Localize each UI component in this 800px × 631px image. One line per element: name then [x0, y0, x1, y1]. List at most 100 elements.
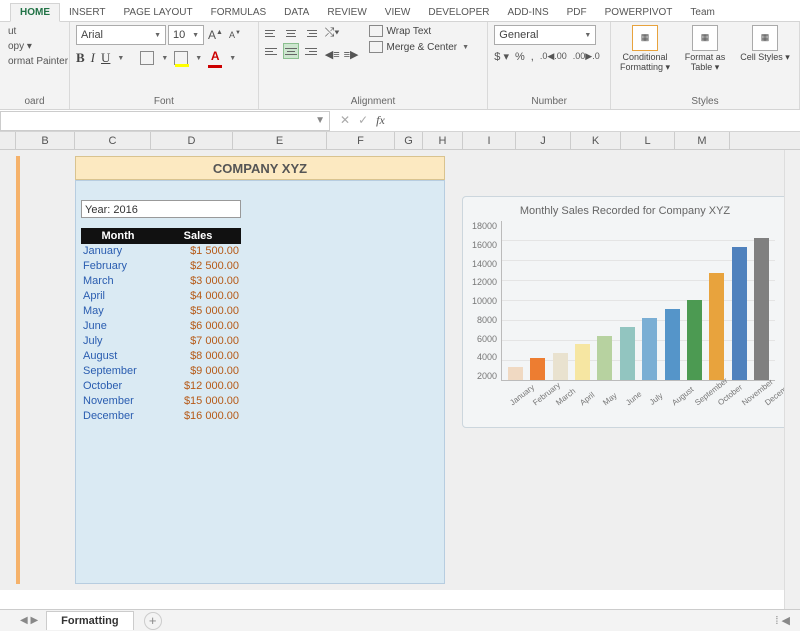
table-row[interactable]: April$4 000.00	[81, 289, 241, 304]
chart-bar[interactable]	[754, 238, 769, 380]
tab-home[interactable]: HOME	[10, 3, 60, 22]
wrap-text-button[interactable]: Wrap Text	[369, 25, 470, 37]
chart-bar[interactable]	[575, 344, 590, 380]
copy-button[interactable]: opy ▾	[6, 40, 70, 53]
cell-styles-button[interactable]: ▦ Cell Styles ▾	[737, 25, 793, 73]
chart-bar[interactable]	[597, 336, 612, 380]
chart-bar[interactable]	[530, 358, 545, 380]
column-headers[interactable]: BCDEFGHIJKLM	[0, 132, 800, 150]
table-row[interactable]: March$3 000.00	[81, 274, 241, 289]
column-header-J[interactable]: J	[516, 132, 571, 149]
merge-center-button[interactable]: Merge & Center ▼	[369, 41, 470, 53]
tab-page-layout[interactable]: PAGE LAYOUT	[115, 4, 202, 21]
column-header-H[interactable]: H	[423, 132, 463, 149]
tab-team[interactable]: Team	[681, 4, 723, 21]
tab-nav-icon[interactable]: ◀ ▶	[20, 615, 38, 626]
conditional-formatting-button[interactable]: ▦ Conditional Formatting ▾	[617, 25, 673, 73]
chart-bar[interactable]	[687, 300, 702, 380]
column-header-E[interactable]: E	[233, 132, 327, 149]
table-row[interactable]: September$9 000.00	[81, 364, 241, 379]
tab-view[interactable]: VIEW	[376, 4, 420, 21]
table-row[interactable]: October$12 000.00	[81, 379, 241, 394]
tab-data[interactable]: DATA	[275, 4, 318, 21]
name-box[interactable]: ▼	[0, 111, 330, 131]
ribbon-tabs: HOMEINSERTPAGE LAYOUTFORMULASDATAREVIEWV…	[0, 0, 800, 22]
font-name-select[interactable]: Arial▼	[76, 25, 166, 45]
grow-font-button[interactable]: A▲	[206, 28, 225, 42]
font-group-label: Font	[76, 96, 252, 109]
chart-bar[interactable]	[553, 353, 568, 380]
tab-developer[interactable]: DEVELOPER	[419, 4, 498, 21]
tab-insert[interactable]: INSERT	[60, 4, 115, 21]
column-header-G[interactable]: G	[395, 132, 423, 149]
tab-formulas[interactable]: FORMULAS	[202, 4, 276, 21]
year-cell[interactable]: Year: 2016	[81, 200, 241, 218]
vertical-scrollbar[interactable]	[784, 150, 800, 609]
tab-review[interactable]: REVIEW	[318, 4, 375, 21]
chart-bar[interactable]	[665, 309, 680, 380]
bold-button[interactable]: B	[76, 50, 85, 66]
table-row[interactable]: December$16 000.00	[81, 409, 241, 424]
table-row[interactable]: June$6 000.00	[81, 319, 241, 334]
increase-decimal-button[interactable]: .0◀.00	[540, 51, 567, 62]
font-size-select[interactable]: 10▼	[168, 25, 204, 45]
column-header-M[interactable]: M	[675, 132, 730, 149]
chart-bar[interactable]	[508, 367, 523, 380]
column-header-K[interactable]: K	[571, 132, 621, 149]
accounting-format-button[interactable]: $ ▾	[494, 50, 509, 63]
increase-indent-button[interactable]: ≡▶	[344, 48, 359, 61]
column-header-B[interactable]: B	[16, 132, 75, 149]
tab-scroll-icon[interactable]: ⁞ ◀	[775, 614, 800, 627]
comma-format-button[interactable]: ,	[531, 51, 534, 63]
column-header-L[interactable]: L	[621, 132, 675, 149]
table-row[interactable]: August$8 000.00	[81, 349, 241, 364]
table-row[interactable]: May$5 000.00	[81, 304, 241, 319]
chart-bar[interactable]	[709, 273, 724, 380]
font-color-button[interactable]: A	[208, 51, 222, 65]
tab-add-ins[interactable]: ADD-INS	[499, 4, 558, 21]
table-row[interactable]: February$2 500.00	[81, 259, 241, 274]
format-painter-button[interactable]: ormat Painter	[6, 55, 70, 68]
number-format-select[interactable]: General▼	[494, 25, 596, 45]
worksheet-area[interactable]: COMPANY XYZ Year: 2016 Month Sales Janua…	[0, 150, 800, 590]
chart-bar[interactable]	[620, 327, 635, 380]
cut-button[interactable]: ut	[6, 25, 70, 38]
column-header-C[interactable]: C	[75, 132, 151, 149]
tab-powerpivot[interactable]: POWERPIVOT	[596, 4, 682, 21]
table-row[interactable]: July$7 000.00	[81, 334, 241, 349]
fx-icon[interactable]: fx	[376, 113, 385, 128]
number-group-label: Number	[494, 96, 604, 109]
alignment-buttons[interactable]	[265, 25, 317, 59]
sheet-tab-formatting[interactable]: Formatting	[46, 611, 133, 630]
sales-chart[interactable]: Monthly Sales Recorded for Company XYZ 1…	[462, 196, 788, 428]
chart-bar[interactable]	[642, 318, 657, 380]
cancel-formula-icon[interactable]: ✕	[340, 113, 350, 128]
table-header: Month Sales	[81, 228, 241, 244]
chart-bar[interactable]	[732, 247, 747, 380]
company-title-cell[interactable]: COMPANY XYZ	[75, 156, 445, 180]
chart-x-label: October	[717, 391, 734, 407]
column-header-F[interactable]: F	[327, 132, 395, 149]
format-as-table-button[interactable]: ▦ Format as Table ▾	[677, 25, 733, 73]
chart-x-label: February	[531, 391, 548, 407]
percent-format-button[interactable]: %	[515, 51, 525, 63]
italic-button[interactable]: I	[91, 50, 95, 66]
chart-plot-area	[501, 221, 775, 381]
orientation-button[interactable]: ⤭▾	[325, 25, 359, 40]
sales-table: Month Sales January$1 500.00February$2 5…	[81, 228, 241, 424]
chart-title: Monthly Sales Recorded for Company XYZ	[463, 197, 787, 221]
border-button[interactable]	[140, 51, 154, 65]
fill-color-button[interactable]	[174, 51, 188, 65]
column-header-D[interactable]: D	[151, 132, 233, 149]
underline-button[interactable]: U	[101, 50, 110, 66]
add-sheet-button[interactable]: +	[144, 612, 162, 630]
sheet-tab-bar: ◀ ▶ Formatting + ⁞ ◀	[0, 609, 800, 631]
table-row[interactable]: January$1 500.00	[81, 244, 241, 259]
column-header-I[interactable]: I	[463, 132, 516, 149]
shrink-font-button[interactable]: A▼	[227, 30, 243, 40]
table-row[interactable]: November$15 000.00	[81, 394, 241, 409]
enter-formula-icon[interactable]: ✓	[358, 113, 368, 128]
tab-pdf[interactable]: PDF	[558, 4, 596, 21]
decrease-indent-button[interactable]: ◀≡	[325, 48, 340, 61]
decrease-decimal-button[interactable]: .00▶.0	[573, 51, 600, 62]
